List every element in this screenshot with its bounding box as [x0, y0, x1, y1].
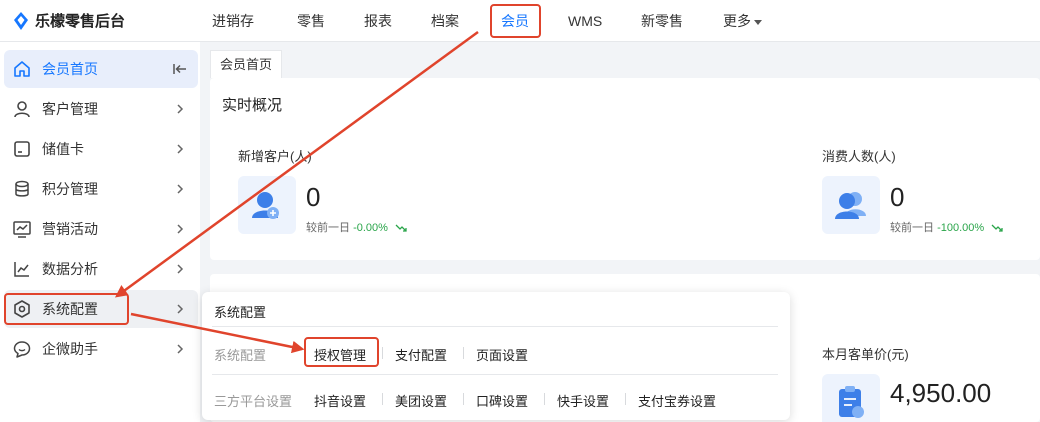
nav-archives[interactable]: 档案: [431, 0, 459, 42]
popover-group-label: 系统配置: [214, 348, 267, 363]
brand[interactable]: 乐檬零售后台: [12, 10, 125, 31]
link-meituan-settings[interactable]: 美团设置: [395, 391, 447, 410]
link-separator: [382, 393, 383, 405]
nav-more[interactable]: 更多: [723, 0, 762, 42]
clipboard-price-icon: [822, 374, 880, 422]
realtime-overview-card: 实时概况 新增客户(人) 0 较前一日 -0.00% 消费人数(人) 0 较前一…: [210, 78, 1040, 260]
nav-inventory[interactable]: 进销存: [212, 0, 254, 42]
link-separator: [463, 393, 464, 405]
metric-label-new-customers: 新增客户(人): [238, 149, 312, 164]
system-config-popover: 系统配置 系统配置 授权管理 支付配置 页面设置 三方平台设置 抖音设置 美团设…: [202, 292, 790, 420]
sidebar-item-label: 会员首页: [42, 61, 98, 77]
link-separator: [463, 347, 464, 359]
link-page-settings[interactable]: 页面设置: [476, 345, 528, 364]
trend-down-icon: [395, 224, 407, 232]
popover-divider: [212, 326, 778, 327]
popover-divider: [212, 374, 778, 375]
link-separator: [382, 347, 383, 359]
card-icon: [14, 141, 30, 157]
link-alipay-coupon-settings[interactable]: 支付宝券设置: [638, 391, 716, 410]
metric-value-new-customers: 0: [306, 182, 321, 212]
sidebar-item-label: 营销活动: [42, 221, 98, 237]
metric-compare-consumers: 较前一日 -100.00%: [890, 219, 1003, 235]
sidebar-item-label: 客户管理: [42, 101, 98, 117]
caret-down-icon: [754, 19, 762, 25]
link-kuaishou-settings[interactable]: 快手设置: [557, 391, 609, 410]
metric-value-monthly-avg-price: 4,950.00: [890, 378, 992, 408]
link-koubei-settings[interactable]: 口碑设置: [476, 391, 528, 410]
chat-icon: [13, 341, 31, 358]
chevron-right-icon: [177, 104, 184, 114]
chevron-right-icon: [177, 184, 184, 194]
link-separator: [544, 393, 545, 405]
tab-member-home[interactable]: 会员首页: [210, 50, 282, 78]
sidebar-item-label: 储值卡: [42, 141, 84, 157]
metric-value-consumers: 0: [890, 182, 905, 212]
link-douyin-settings[interactable]: 抖音设置: [314, 391, 366, 410]
link-payment-config[interactable]: 支付配置: [395, 345, 447, 364]
diamond-logo: [14, 11, 28, 30]
nav-new-retail[interactable]: 新零售: [641, 0, 683, 42]
compare-value: -100.00%: [937, 222, 985, 234]
chevron-right-icon: [177, 144, 184, 154]
compare-label: 较前一日: [306, 222, 350, 234]
collapse-sidebar-icon[interactable]: [172, 62, 188, 76]
consumers-icon: [822, 176, 880, 234]
highlight-box-nav-member: [490, 4, 541, 38]
coins-icon: [15, 180, 29, 197]
sidebar-item-stored-value-card[interactable]: 储值卡: [4, 130, 198, 168]
highlight-box-system-config: [4, 293, 129, 325]
compare-label: 较前一日: [890, 222, 934, 234]
new-customer-icon: [238, 176, 296, 234]
metric-label-monthly-avg-price: 本月客单价(元): [822, 347, 909, 362]
top-navbar: 乐檬零售后台 进销存 零售 报表 档案 会员 WMS 新零售 更多: [0, 0, 1040, 42]
chevron-right-icon: [177, 264, 184, 274]
sidebar: 会员首页 客户管理 储值卡 积分管理 营销活动 数据分析 系统配置 企微助手: [0, 42, 200, 422]
trend-down-icon: [991, 224, 1003, 232]
realtime-title: 实时概况: [222, 97, 283, 114]
chevron-right-icon: [177, 224, 184, 234]
highlight-box-authorization: [304, 337, 379, 367]
sidebar-item-marketing[interactable]: 营销活动: [4, 210, 198, 248]
chart-board-icon: [13, 221, 31, 238]
popover-title: 系统配置: [214, 305, 267, 320]
sidebar-item-data-analysis[interactable]: 数据分析: [4, 250, 198, 288]
nav-retail[interactable]: 零售: [297, 0, 325, 42]
chevron-right-icon: [177, 344, 184, 354]
user-icon: [14, 101, 30, 118]
metric-compare-new-customers: 较前一日 -0.00%: [306, 219, 407, 235]
popover-group-label: 三方平台设置: [214, 394, 293, 409]
line-chart-icon: [14, 262, 29, 277]
sidebar-item-points[interactable]: 积分管理: [4, 170, 198, 208]
sidebar-item-customers[interactable]: 客户管理: [4, 90, 198, 128]
sidebar-item-member-home[interactable]: 会员首页: [4, 50, 198, 88]
compare-value: -0.00%: [353, 222, 388, 234]
link-separator: [625, 393, 626, 405]
nav-reports[interactable]: 报表: [364, 0, 392, 42]
sidebar-item-label: 企微助手: [42, 341, 98, 357]
home-icon: [14, 61, 30, 77]
sidebar-item-wecom-assistant[interactable]: 企微助手: [4, 330, 198, 368]
sidebar-item-label: 数据分析: [42, 261, 98, 277]
brand-name: 乐檬零售后台: [35, 13, 126, 30]
chevron-right-icon: [177, 304, 184, 314]
nav-more-label: 更多: [723, 13, 751, 29]
nav-wms[interactable]: WMS: [568, 0, 602, 42]
metric-label-consumers: 消费人数(人): [822, 149, 896, 164]
sidebar-item-label: 积分管理: [42, 181, 98, 197]
